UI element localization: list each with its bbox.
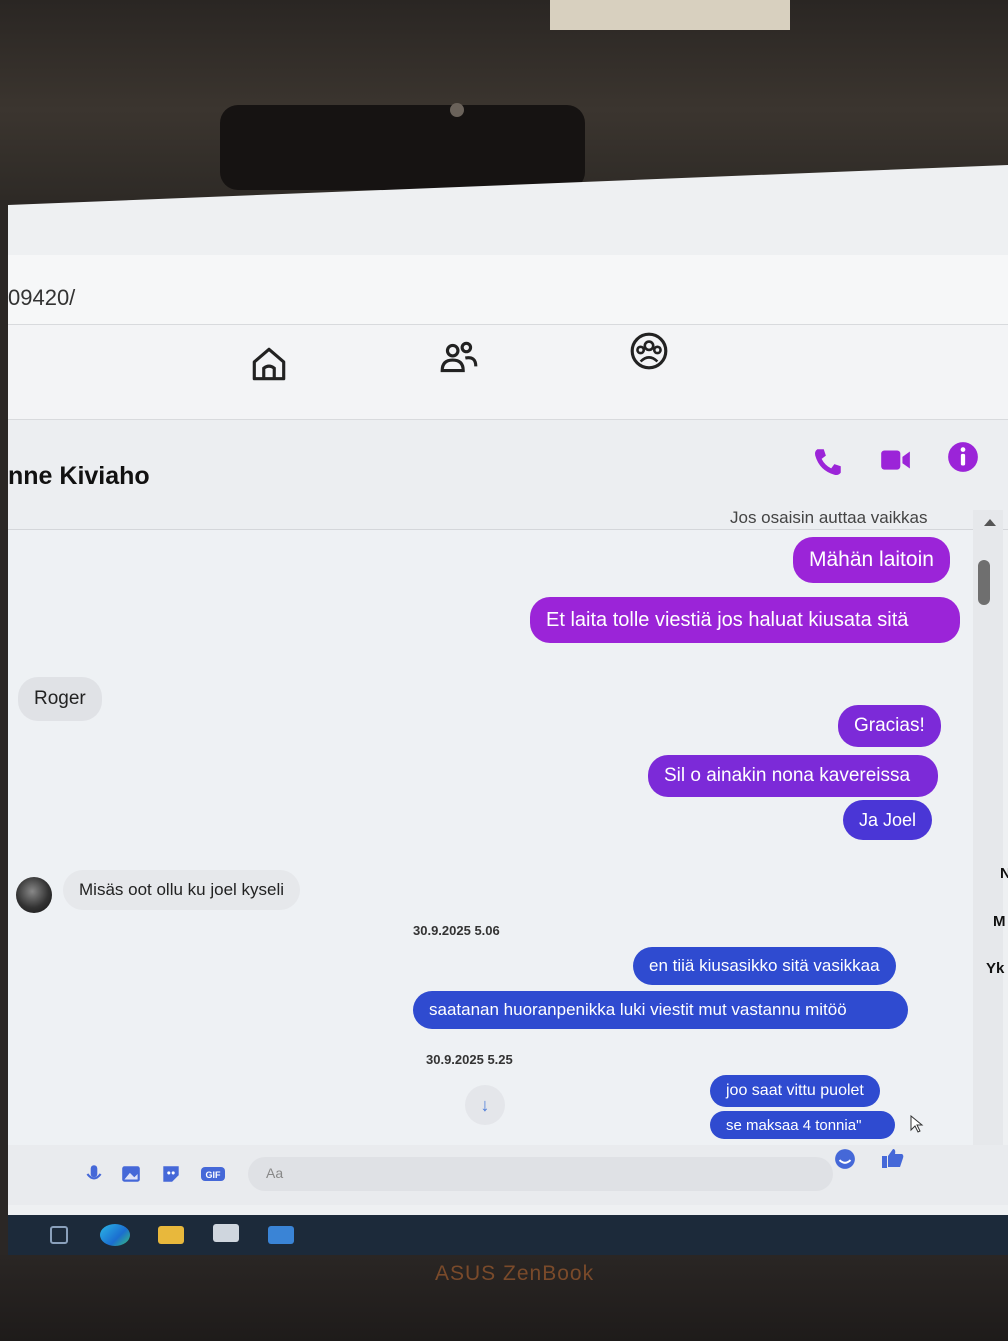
url-text[interactable]: 09420/ [8, 285, 75, 311]
message-outgoing[interactable]: Et laita tolle viestiä jos haluat kiusat… [530, 597, 960, 643]
laptop-screen: 09420/ nne Kiviaho Jos osaisin auttaa va… [8, 165, 1008, 1215]
microphone-icon[interactable] [83, 1163, 105, 1185]
message-outgoing[interactable]: Ja Joel [843, 800, 933, 840]
edge-icon[interactable] [100, 1224, 130, 1246]
groups-icon[interactable] [628, 330, 670, 372]
sticker-icon[interactable] [160, 1163, 182, 1185]
timestamp: 30.9.2025 5.25 [426, 1052, 513, 1067]
message-fragment: Jos osaisin auttaa vaikkas [730, 508, 928, 527]
webcam-icon [450, 103, 464, 117]
image-icon[interactable] [120, 1163, 142, 1185]
message-input-placeholder: Aa [266, 1165, 284, 1181]
scroll-thumb[interactable] [978, 560, 990, 605]
webcam-housing [220, 105, 585, 190]
mail-icon[interactable] [268, 1226, 294, 1244]
task-view-icon[interactable] [50, 1226, 68, 1244]
gif-icon[interactable]: GIF [200, 1163, 226, 1185]
avatar[interactable] [16, 877, 52, 913]
video-call-icon[interactable] [878, 443, 912, 477]
like-icon[interactable] [880, 1147, 906, 1169]
address-bar[interactable] [8, 255, 1008, 325]
background-wall [550, 0, 790, 30]
sidebar-fragment: M [993, 913, 1006, 930]
mouse-cursor-icon [910, 1115, 924, 1133]
phone-icon[interactable] [811, 445, 845, 479]
laptop-brand-logo: ASUS ZenBook [435, 1262, 595, 1285]
info-icon[interactable] [946, 440, 980, 474]
emoji-icon[interactable] [834, 1148, 856, 1170]
message-outgoing[interactable]: Sil o ainakin nona kavereissa [648, 755, 938, 797]
message-outgoing[interactable]: Gracias! [838, 705, 941, 747]
scrollbar[interactable] [973, 510, 1003, 1150]
message-outgoing[interactable]: saatanan huoranpenikka luki viestit mut … [413, 991, 908, 1029]
scroll-to-bottom-button[interactable]: ↓ [465, 1085, 505, 1125]
friends-icon[interactable] [438, 337, 480, 379]
sidebar-fragment: N [1000, 865, 1008, 882]
message-input[interactable] [248, 1157, 833, 1191]
top-navigation [8, 325, 1008, 420]
message-incoming[interactable]: Misäs oot ollu ku joel kyseli [63, 870, 301, 910]
store-icon[interactable] [213, 1224, 239, 1242]
message-outgoing[interactable]: Mähän laitoin [793, 537, 950, 583]
message-outgoing[interactable]: se maksaa 4 tonnia" [710, 1111, 895, 1139]
scroll-up-icon[interactable] [983, 517, 997, 527]
svg-text:GIF: GIF [206, 1170, 222, 1180]
message-outgoing[interactable]: joo saat vittu puolet [710, 1075, 880, 1107]
file-explorer-icon[interactable] [158, 1226, 184, 1244]
message-incoming[interactable]: Roger [18, 677, 102, 721]
contact-name[interactable]: nne Kiviaho [8, 462, 150, 491]
home-icon[interactable] [248, 343, 290, 385]
sidebar-fragment: Yk [986, 960, 1005, 977]
message-outgoing[interactable]: en tiiä kiusasikko sitä vasikkaa [633, 947, 896, 985]
timestamp: 30.9.2025 5.06 [413, 923, 500, 938]
